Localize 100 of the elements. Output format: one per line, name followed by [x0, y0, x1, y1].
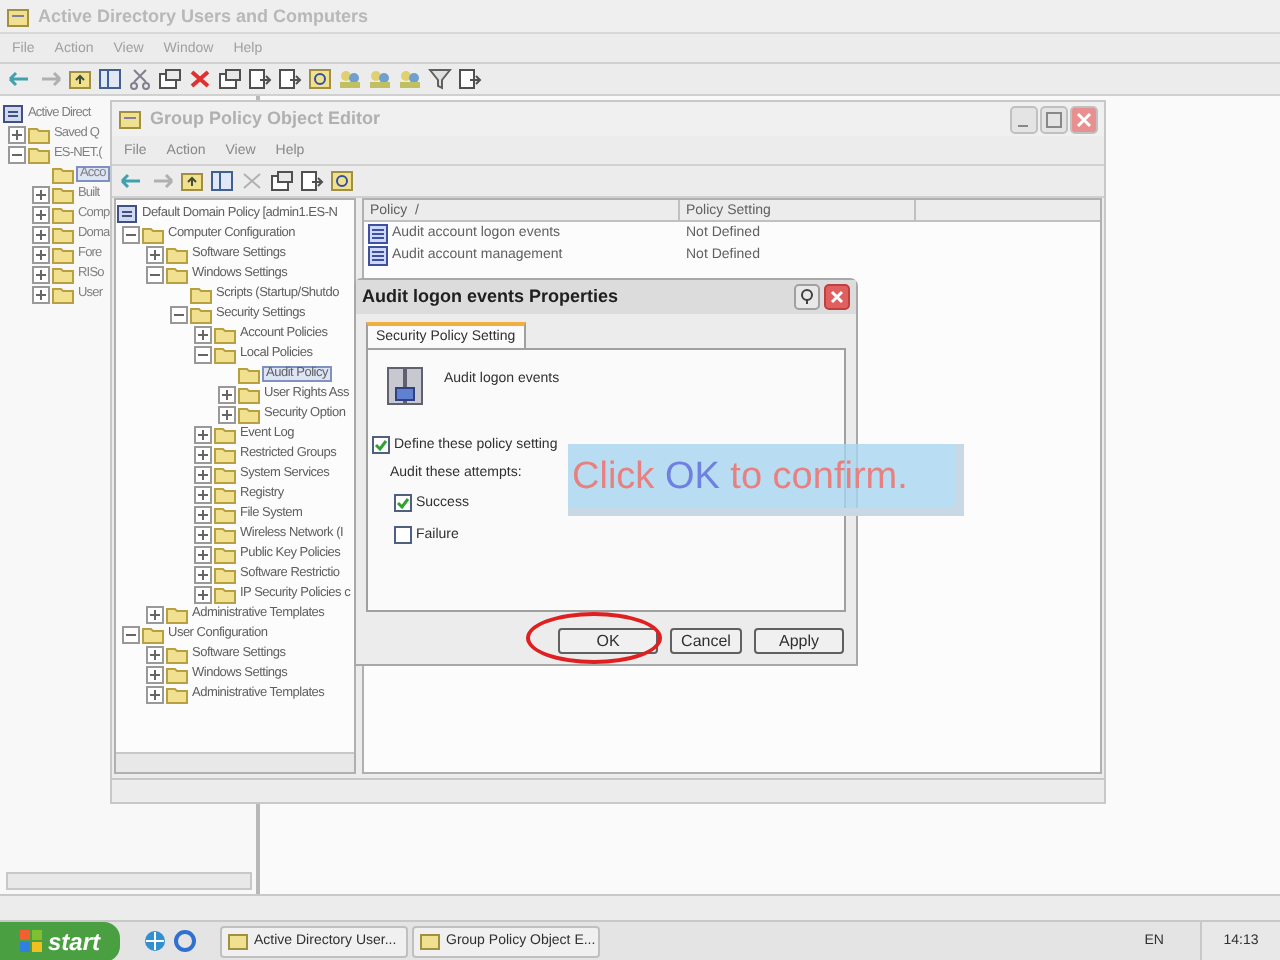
checkbox[interactable]	[372, 436, 390, 454]
policy-icon	[116, 204, 138, 224]
folder-icon	[52, 264, 74, 284]
delete-icon[interactable]	[188, 68, 212, 90]
globe-icon[interactable]	[144, 930, 166, 952]
folder-icon	[214, 464, 236, 484]
browser-icon[interactable]	[174, 930, 196, 952]
scrollbar[interactable]	[6, 872, 252, 890]
expand-icon[interactable]	[194, 325, 212, 343]
app-icon	[420, 931, 440, 951]
collapse-icon[interactable]	[194, 345, 212, 363]
expand-icon[interactable]	[32, 205, 50, 223]
policy-icon	[368, 223, 388, 243]
dialog-button[interactable]: Cancel	[670, 628, 742, 654]
expand-icon[interactable]	[194, 445, 212, 463]
export-list-icon[interactable]	[248, 68, 272, 90]
folder-icon	[28, 124, 50, 144]
dialog-button[interactable]: Apply	[754, 628, 844, 654]
folder-icon	[214, 544, 236, 564]
folder-up-icon[interactable]	[180, 170, 204, 192]
properties-icon[interactable]	[218, 68, 242, 90]
folder-icon	[214, 524, 236, 544]
expand-icon[interactable]	[146, 645, 164, 663]
folder-icon	[238, 404, 260, 424]
export-list-icon[interactable]	[458, 68, 482, 90]
windows-logo-icon	[19, 930, 42, 952]
expand-icon[interactable]	[194, 585, 212, 603]
folder-icon	[214, 324, 236, 344]
folder-icon	[214, 424, 236, 444]
expand-icon[interactable]	[218, 385, 236, 403]
expand-icon[interactable]	[32, 185, 50, 203]
folder-icon	[52, 284, 74, 304]
expand-icon[interactable]	[194, 465, 212, 483]
folder-icon	[214, 504, 236, 524]
checkbox[interactable]	[394, 526, 412, 544]
folder-icon	[52, 224, 74, 244]
folder-icon	[52, 164, 74, 184]
back-arrow-icon[interactable]	[8, 68, 32, 90]
scrollbar[interactable]	[116, 752, 354, 772]
expand-icon[interactable]	[194, 565, 212, 583]
expand-icon[interactable]	[8, 125, 26, 143]
app-icon	[228, 931, 248, 951]
pane-icon[interactable]	[210, 170, 234, 192]
expand-icon[interactable]	[194, 525, 212, 543]
folder-icon	[214, 444, 236, 464]
export-list-icon[interactable]	[300, 170, 324, 192]
folder-icon	[142, 224, 164, 244]
instruction-text: Click OK to confirm.	[572, 457, 908, 495]
folder-icon	[52, 204, 74, 224]
expand-icon[interactable]	[194, 485, 212, 503]
expand-icon[interactable]	[194, 505, 212, 523]
expand-icon[interactable]	[218, 405, 236, 423]
expand-icon[interactable]	[194, 545, 212, 563]
window-title: Group Policy Object Editor	[150, 110, 381, 128]
back-arrow-icon[interactable]	[120, 170, 144, 192]
expand-icon[interactable]	[146, 245, 164, 263]
collapse-icon[interactable]	[122, 225, 140, 243]
collapse-icon[interactable]	[146, 265, 164, 283]
folder-icon	[166, 684, 188, 704]
app-icon	[6, 5, 30, 27]
expand-icon[interactable]	[32, 285, 50, 303]
folder-icon	[142, 624, 164, 644]
expand-icon[interactable]	[146, 605, 164, 623]
folder-icon	[214, 584, 236, 604]
folder-icon	[28, 144, 50, 164]
app-icon	[118, 108, 142, 130]
maximize-icon[interactable]	[1040, 105, 1068, 133]
folder-icon	[166, 644, 188, 664]
folder-icon	[214, 344, 236, 364]
checkbox[interactable]	[394, 494, 412, 512]
folder-icon	[190, 284, 212, 304]
expand-icon[interactable]	[146, 665, 164, 683]
filter-icon[interactable]	[428, 68, 452, 90]
expand-icon[interactable]	[32, 245, 50, 263]
folder-icon	[214, 484, 236, 504]
dialog-button[interactable]: OK	[558, 628, 658, 654]
highlight-ellipse	[526, 612, 662, 664]
collapse-icon[interactable]	[170, 305, 188, 323]
expand-icon[interactable]	[32, 225, 50, 243]
folder-icon	[214, 564, 236, 584]
folder-icon	[190, 304, 212, 324]
close-icon[interactable]	[824, 284, 850, 310]
folder-icon	[52, 184, 74, 204]
folder-up-icon[interactable]	[68, 68, 92, 90]
expand-icon[interactable]	[194, 425, 212, 443]
collapse-icon[interactable]	[122, 625, 140, 643]
folder-icon	[238, 364, 260, 384]
folder-icon	[238, 384, 260, 404]
properties-icon[interactable]	[270, 170, 294, 192]
folder-icon	[166, 664, 188, 684]
expand-icon[interactable]	[146, 685, 164, 703]
properties-icon[interactable]	[158, 68, 182, 90]
folder-icon	[52, 244, 74, 264]
pane-icon[interactable]	[98, 68, 122, 90]
expand-icon[interactable]	[32, 265, 50, 283]
folder-icon	[166, 264, 188, 284]
dialog-title: Audit logon events Properties	[362, 288, 619, 306]
minimize-icon[interactable]	[1010, 105, 1038, 133]
export-list-icon[interactable]	[278, 68, 302, 90]
collapse-icon[interactable]	[8, 145, 26, 163]
